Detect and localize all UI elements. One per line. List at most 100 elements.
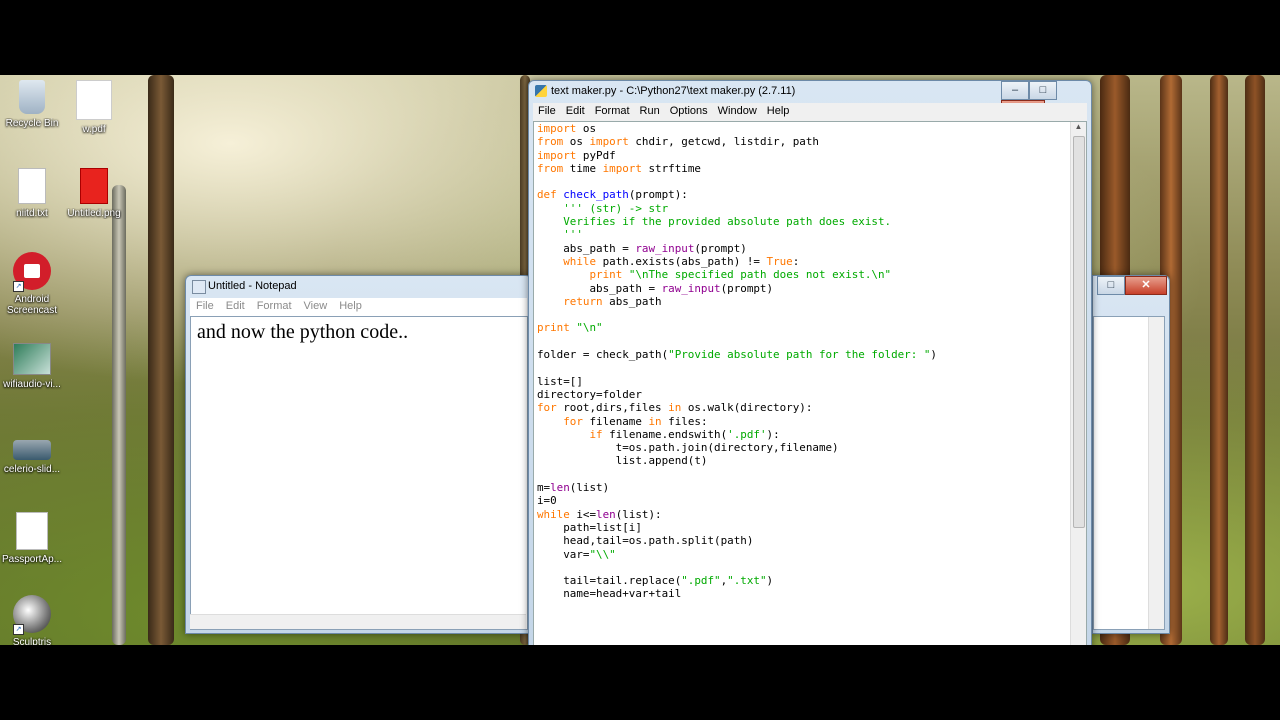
desktop-icon-label: wifiaudio-vi...: [3, 379, 61, 390]
code-line: ''' (str) -> str: [537, 201, 669, 215]
python-app-icon: [535, 85, 547, 97]
horizontal-scrollbar[interactable]: [190, 614, 526, 629]
letterbox-bottom: [0, 645, 1280, 720]
code-line: path=list[i]: [537, 520, 642, 534]
notepad-window[interactable]: Untitled - Notepad File Edit Format View Hel…: [185, 275, 532, 634]
menu-format[interactable]: Format: [251, 298, 298, 314]
scrollbar-thumb[interactable]: [1073, 136, 1085, 528]
desktop-icon-android-screencast[interactable]: ↗ Android Screencast: [0, 252, 67, 316]
menu-window[interactable]: Window: [713, 103, 762, 119]
shortcut-arrow-icon: ↗: [13, 281, 24, 292]
maximize-button[interactable]: □: [1029, 81, 1057, 100]
recycle-bin-icon: [19, 80, 45, 114]
window-controls: – □ ✕: [1001, 81, 1091, 119]
code-line: from time import strftime: [537, 161, 701, 175]
desktop-icon-label: Recycle Bin: [5, 118, 59, 129]
code-line: for filename in files:: [563, 414, 708, 428]
text-file-icon: [18, 168, 46, 204]
code-line: Verifies if the provided absolute path d…: [537, 215, 892, 229]
notepad-app-icon: [192, 280, 206, 294]
window-controls: □ ✕: [1097, 276, 1167, 295]
maximize-button[interactable]: □: [1097, 276, 1125, 295]
menu-file[interactable]: File: [533, 103, 561, 119]
code-line: list=[]: [537, 374, 583, 388]
desktop-icon-celerio[interactable]: celerio-slid...: [0, 430, 67, 475]
vertical-scrollbar[interactable]: [1148, 317, 1164, 629]
desktop-icon-sculptris[interactable]: ↗ Sculptris: [0, 595, 67, 648]
code-line: i=0: [537, 494, 557, 508]
code-line: import os: [537, 122, 597, 135]
code-line: folder = check_path("Provide absolute pa…: [537, 348, 937, 362]
code-line: from os import chdir, getcwd, listdir, p…: [537, 135, 819, 149]
code-line: return abs_path: [563, 294, 662, 308]
menu-help[interactable]: Help: [762, 103, 795, 119]
pdf-file-icon: [76, 80, 112, 120]
tree-trunk: [1210, 75, 1228, 645]
code-line: var="\\": [537, 547, 616, 561]
letterbox-top: [0, 0, 1280, 75]
desktop-icon-w-pdf[interactable]: w.pdf: [59, 80, 129, 135]
android-screencast-icon: ↗: [13, 252, 51, 292]
desktop-icon-recycle-bin[interactable]: Recycle Bin: [0, 80, 67, 129]
code-line: list.append(t): [537, 454, 708, 468]
image-file-icon: [80, 168, 108, 204]
document-file-icon: [16, 512, 48, 550]
code-editor[interactable]: import os from os import chdir, getcwd, …: [533, 121, 1087, 663]
menu-help[interactable]: Help: [333, 298, 368, 314]
desktop-icon-label: niitd.txt: [16, 208, 48, 219]
menu-edit[interactable]: Edit: [561, 103, 590, 119]
minimize-button[interactable]: –: [1001, 81, 1029, 100]
code-line: for root,dirs,files in os.walk(directory…: [537, 401, 813, 415]
menu-file[interactable]: File: [190, 298, 220, 314]
menu-view[interactable]: View: [298, 298, 334, 314]
desktop-icon-label: Android Screencast: [6, 294, 58, 316]
desktop-icon-label: celerio-slid...: [3, 464, 61, 475]
tree-trunk: [148, 75, 174, 645]
tree-trunk: [1245, 75, 1265, 645]
code-line: abs_path = raw_input(prompt): [537, 241, 747, 255]
code-line: directory=folder: [537, 387, 642, 401]
code-line: while path.exists(abs_path) != True:: [563, 254, 800, 268]
window-title: Untitled - Notepad: [208, 280, 297, 292]
sculptris-icon: ↗: [13, 595, 51, 635]
window-client-area[interactable]: [1093, 316, 1165, 630]
code-line: def check_path(prompt):: [537, 188, 688, 202]
desktop-icon-passport[interactable]: PassportAp...: [0, 512, 67, 565]
code-line: name=head+var+tail: [537, 587, 682, 601]
desktop-icon-untitled-png[interactable]: Untitled.png: [59, 168, 129, 219]
video-file-icon: [13, 343, 51, 375]
desktop-icon-label: PassportAp...: [1, 554, 63, 565]
window-title: text maker.py - C:\Python27\text maker.p…: [551, 85, 796, 97]
desktop-icon-niitd-txt[interactable]: niitd.txt: [0, 168, 67, 219]
desktop-icon-label: Untitled.png: [67, 208, 121, 219]
idle-menubar: File Edit Format Run Options Window Help: [533, 103, 1087, 121]
desktop-icon-wifiaudio[interactable]: wifiaudio-vi...: [0, 343, 67, 390]
code-line: print "\nThe specified path does not exi…: [589, 268, 892, 282]
code-text: import os from os import chdir, getcwd, …: [537, 122, 937, 601]
code-line: tail=tail.replace(".pdf",".txt"): [537, 574, 774, 588]
code-line: ''': [537, 228, 583, 242]
presentation-file-icon: [13, 440, 51, 460]
code-line: abs_path = raw_input(prompt): [537, 281, 774, 295]
code-line: print "\n": [537, 321, 603, 335]
code-line: if filename.endswith('.pdf'):: [589, 427, 780, 441]
scroll-up-arrow-icon[interactable]: ▲: [1071, 122, 1086, 134]
background-window[interactable]: □ ✕: [1092, 275, 1170, 634]
code-line: m=len(list): [537, 481, 610, 495]
notepad-content: and now the python code..: [197, 321, 409, 343]
tree-trunk: [112, 185, 126, 645]
menu-edit[interactable]: Edit: [220, 298, 251, 314]
notepad-titlebar[interactable]: Untitled - Notepad: [186, 276, 531, 298]
menu-options[interactable]: Options: [665, 103, 713, 119]
close-button[interactable]: ✕: [1125, 276, 1167, 295]
idle-editor-window[interactable]: text maker.py - C:\Python27\text maker.p…: [528, 80, 1092, 663]
menu-format[interactable]: Format: [590, 103, 635, 119]
desktop-icon-label: w.pdf: [82, 124, 106, 135]
code-line: t=os.path.join(directory,filename): [537, 441, 839, 455]
vertical-scrollbar[interactable]: ▲ ▼: [1070, 122, 1086, 662]
code-line: head,tail=os.path.split(path): [537, 534, 754, 548]
notepad-menubar: File Edit Format View Help: [190, 298, 527, 316]
notepad-text-area[interactable]: and now the python code..: [190, 316, 528, 630]
menu-run[interactable]: Run: [635, 103, 665, 119]
code-line: import pyPdf: [537, 148, 616, 162]
